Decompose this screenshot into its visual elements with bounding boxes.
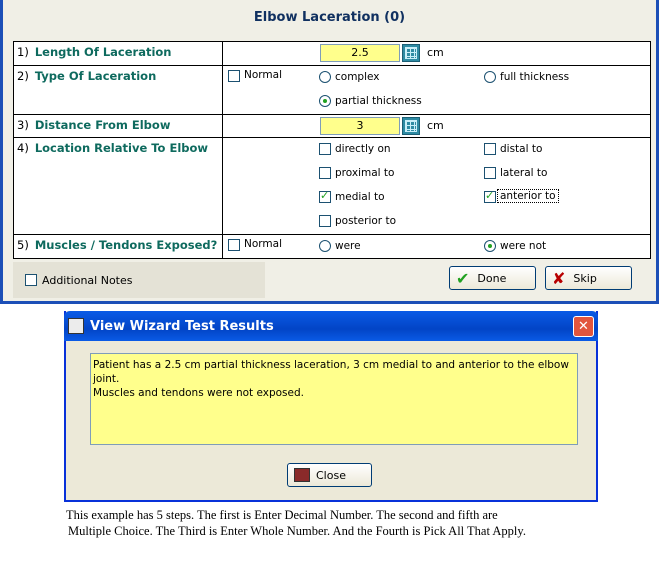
step-title: Distance From Elbow <box>34 118 171 132</box>
skip-label: Skip <box>573 271 597 285</box>
location-anterior-to-checkbox[interactable] <box>484 189 496 203</box>
muscles-were-radio[interactable] <box>319 240 331 252</box>
step-title: Muscles / Tendons Exposed? <box>34 238 218 252</box>
step-row-2: 2) Type Of Laceration Normal complex full… <box>14 65 650 114</box>
muscles-were-label: were <box>335 240 361 252</box>
location-lateral-to-label: lateral to <box>500 167 548 179</box>
step-number: 4) <box>17 141 29 155</box>
type-complex-label: complex <box>335 71 380 83</box>
wizard-grid: 1) Length Of Laceration 2.5 cm 2) Type Of … <box>13 41 651 259</box>
checkmark-icon: ✔ <box>456 268 470 288</box>
app-icon <box>68 318 84 334</box>
length-unit: cm <box>427 46 444 59</box>
x-icon: ✘ <box>552 268 566 288</box>
step-title: Type Of Laceration <box>34 69 157 83</box>
location-proximal-to-label: proximal to <box>335 167 395 179</box>
location-anterior-to-label: anterior to <box>497 189 559 203</box>
step-row-1: 1) Length Of Laceration 2.5 cm <box>14 42 650 65</box>
step-label-1: 1) Length Of Laceration <box>14 42 223 65</box>
distance-unit: cm <box>427 119 444 132</box>
step-row-3: 3) Distance From Elbow 3 cm <box>14 114 650 137</box>
additional-notes-label: Additional Notes <box>42 274 133 287</box>
additional-notes-checkbox[interactable] <box>25 274 37 286</box>
done-button[interactable]: ✔ Done <box>449 266 536 290</box>
location-lateral-to-checkbox[interactable] <box>484 167 496 179</box>
step-title: Location Relative To Elbow <box>34 141 209 155</box>
type-complex-radio[interactable] <box>319 71 331 83</box>
location-directly-on-label: directly on <box>335 143 391 155</box>
step-row-4: 4) Location Relative To Elbow directly on… <box>14 137 650 234</box>
location-posterior-to-checkbox[interactable] <box>319 215 331 227</box>
step-number: 2) <box>17 69 29 83</box>
type-full-thickness-radio[interactable] <box>484 71 496 83</box>
done-label: Done <box>477 271 507 285</box>
wizard-window: Elbow Laceration (0) 1) Length Of Lacerat… <box>0 0 659 304</box>
step-label-4: 4) Location Relative To Elbow <box>14 138 223 234</box>
step-number: 3) <box>17 118 29 132</box>
notes-bar: Additional Notes <box>13 262 265 298</box>
close-label: Close <box>316 468 346 482</box>
dialog-title-bar[interactable]: View Wizard Test Results ✕ <box>64 311 598 341</box>
calculator-icon[interactable] <box>402 44 420 62</box>
location-proximal-to-checkbox[interactable] <box>319 167 331 179</box>
distance-input[interactable]: 3 <box>320 117 400 135</box>
type-normal-label: Normal <box>244 69 282 81</box>
length-input[interactable]: 2.5 <box>320 44 400 62</box>
dialog-title: View Wizard Test Results <box>90 318 274 334</box>
location-medial-to-label: medial to <box>335 191 385 203</box>
calculator-icon[interactable] <box>402 117 420 135</box>
skip-button[interactable]: ✘ Skip <box>545 266 632 290</box>
results-line-1: Patient has a 2.5 cm partial thickness l… <box>93 359 569 385</box>
muscles-were-not-label: were not <box>500 240 547 252</box>
caption-line-2: Multiple Choice. The Third is Enter Whol… <box>68 524 526 538</box>
type-partial-thickness-radio[interactable] <box>319 95 331 107</box>
muscles-were-not-radio[interactable] <box>484 240 496 252</box>
step-label-2: 2) Type Of Laceration <box>14 66 223 114</box>
location-distal-to-checkbox[interactable] <box>484 143 496 155</box>
caption: This example has 5 steps. The first is E… <box>66 507 626 539</box>
location-posterior-to-label: posterior to <box>335 215 396 227</box>
location-medial-to-checkbox[interactable] <box>319 189 331 203</box>
type-full-thickness-label: full thickness <box>500 71 570 83</box>
results-line-2: Muscles and tendons were not exposed. <box>93 387 304 399</box>
caption-line-1: This example has 5 steps. The first is E… <box>66 508 498 522</box>
step-title: Length Of Laceration <box>34 45 172 59</box>
step-label-3: 3) Distance From Elbow <box>14 115 223 137</box>
step-number: 5) <box>17 238 29 252</box>
location-directly-on-checkbox[interactable] <box>319 143 331 155</box>
type-partial-thickness-label: partial thickness <box>335 95 422 107</box>
step-number: 1) <box>17 45 29 59</box>
location-distal-to-label: distal to <box>500 143 543 155</box>
results-dialog: View Wizard Test Results ✕ Patient has a… <box>64 311 598 502</box>
step-row-5: 5) Muscles / Tendons Exposed? Normal were… <box>14 234 650 258</box>
close-icon[interactable]: ✕ <box>573 316 594 337</box>
type-normal-checkbox[interactable] <box>228 70 240 82</box>
door-exit-icon <box>294 468 310 482</box>
step-label-5: 5) Muscles / Tendons Exposed? <box>14 235 223 258</box>
muscles-normal-checkbox[interactable] <box>228 239 240 251</box>
close-button[interactable]: Close <box>287 463 372 487</box>
wizard-title: Elbow Laceration (0) <box>253 10 406 25</box>
results-text[interactable]: Patient has a 2.5 cm partial thickness l… <box>90 353 578 445</box>
muscles-normal-label: Normal <box>244 238 282 250</box>
